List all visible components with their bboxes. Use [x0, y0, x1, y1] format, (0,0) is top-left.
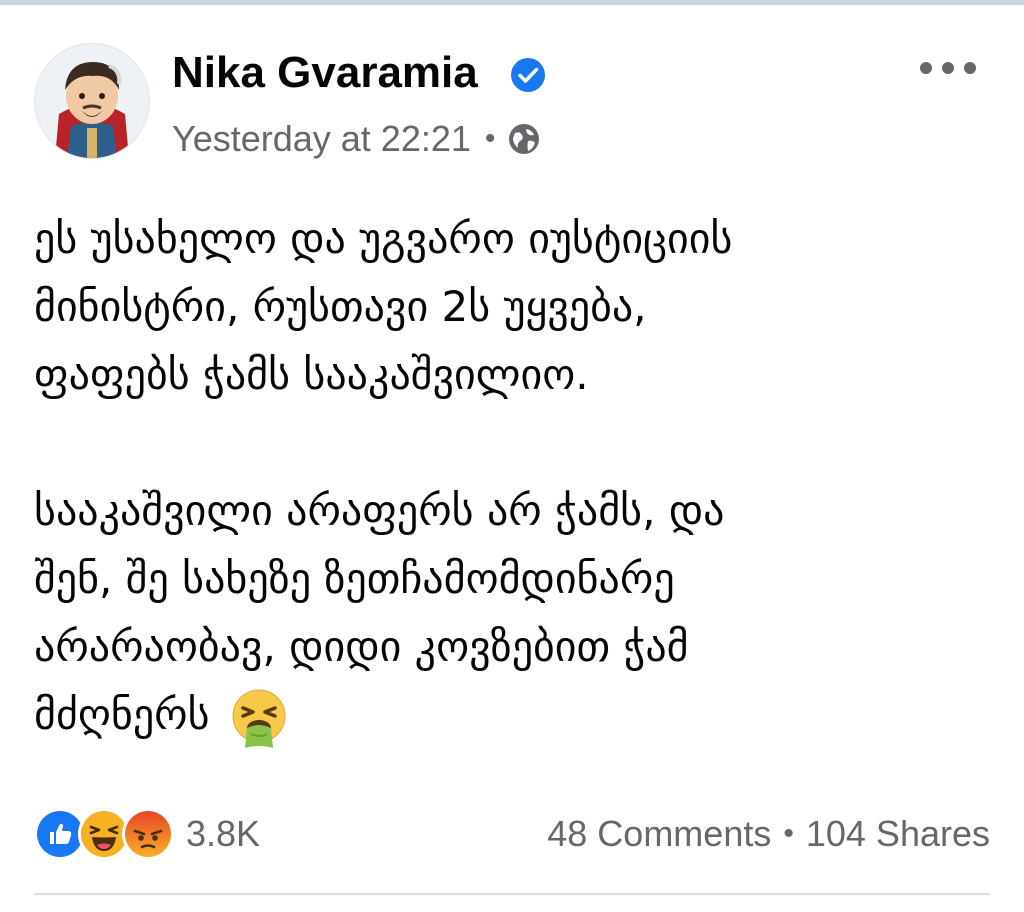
reaction-count: 3.8K — [186, 813, 261, 854]
more-dot — [920, 62, 932, 74]
engagement-stats: 48 Comments • 104 Shares — [547, 809, 990, 859]
stats-separator: • — [783, 817, 794, 850]
post-card: Nika Gvaramia Yesterday at 22:21 • ეს უს… — [0, 5, 1024, 912]
author-avatar[interactable] — [34, 43, 150, 159]
globe-icon — [509, 124, 540, 154]
post-meta: Yesterday at 22:21 • — [172, 111, 541, 167]
angry-icon — [122, 808, 174, 860]
footer-divider — [34, 893, 990, 895]
verified-badge-icon — [511, 58, 545, 92]
post-timestamp[interactable]: Yesterday at 22:21 — [172, 118, 471, 160]
meta-separator: • — [484, 122, 496, 155]
post-text: ეს უსახელო და უგვარო იუსტიციის მინისტრი,… — [34, 205, 974, 750]
post-paragraph: ეს უსახელო და უგვარო იუსტიციის მინისტრი,… — [34, 214, 733, 399]
post-paragraph-text: სააკაშვილი არაფერს არ ჭამს, და შენ, შე ს… — [34, 486, 725, 739]
shares-link[interactable]: 104 Shares — [806, 813, 990, 855]
author-name[interactable]: Nika Gvaramia — [172, 43, 478, 103]
post-paragraph: სააკაშვილი არაფერს არ ჭამს, და შენ, შე ს… — [34, 477, 974, 750]
more-dot — [942, 62, 954, 74]
face-vomiting-emoji — [232, 689, 286, 748]
avatar-image — [35, 44, 149, 158]
reactions-summary[interactable]: 3.8K — [34, 808, 261, 860]
comments-link[interactable]: 48 Comments — [547, 813, 771, 855]
more-dot — [964, 62, 976, 74]
more-options-icon[interactable] — [920, 53, 976, 83]
